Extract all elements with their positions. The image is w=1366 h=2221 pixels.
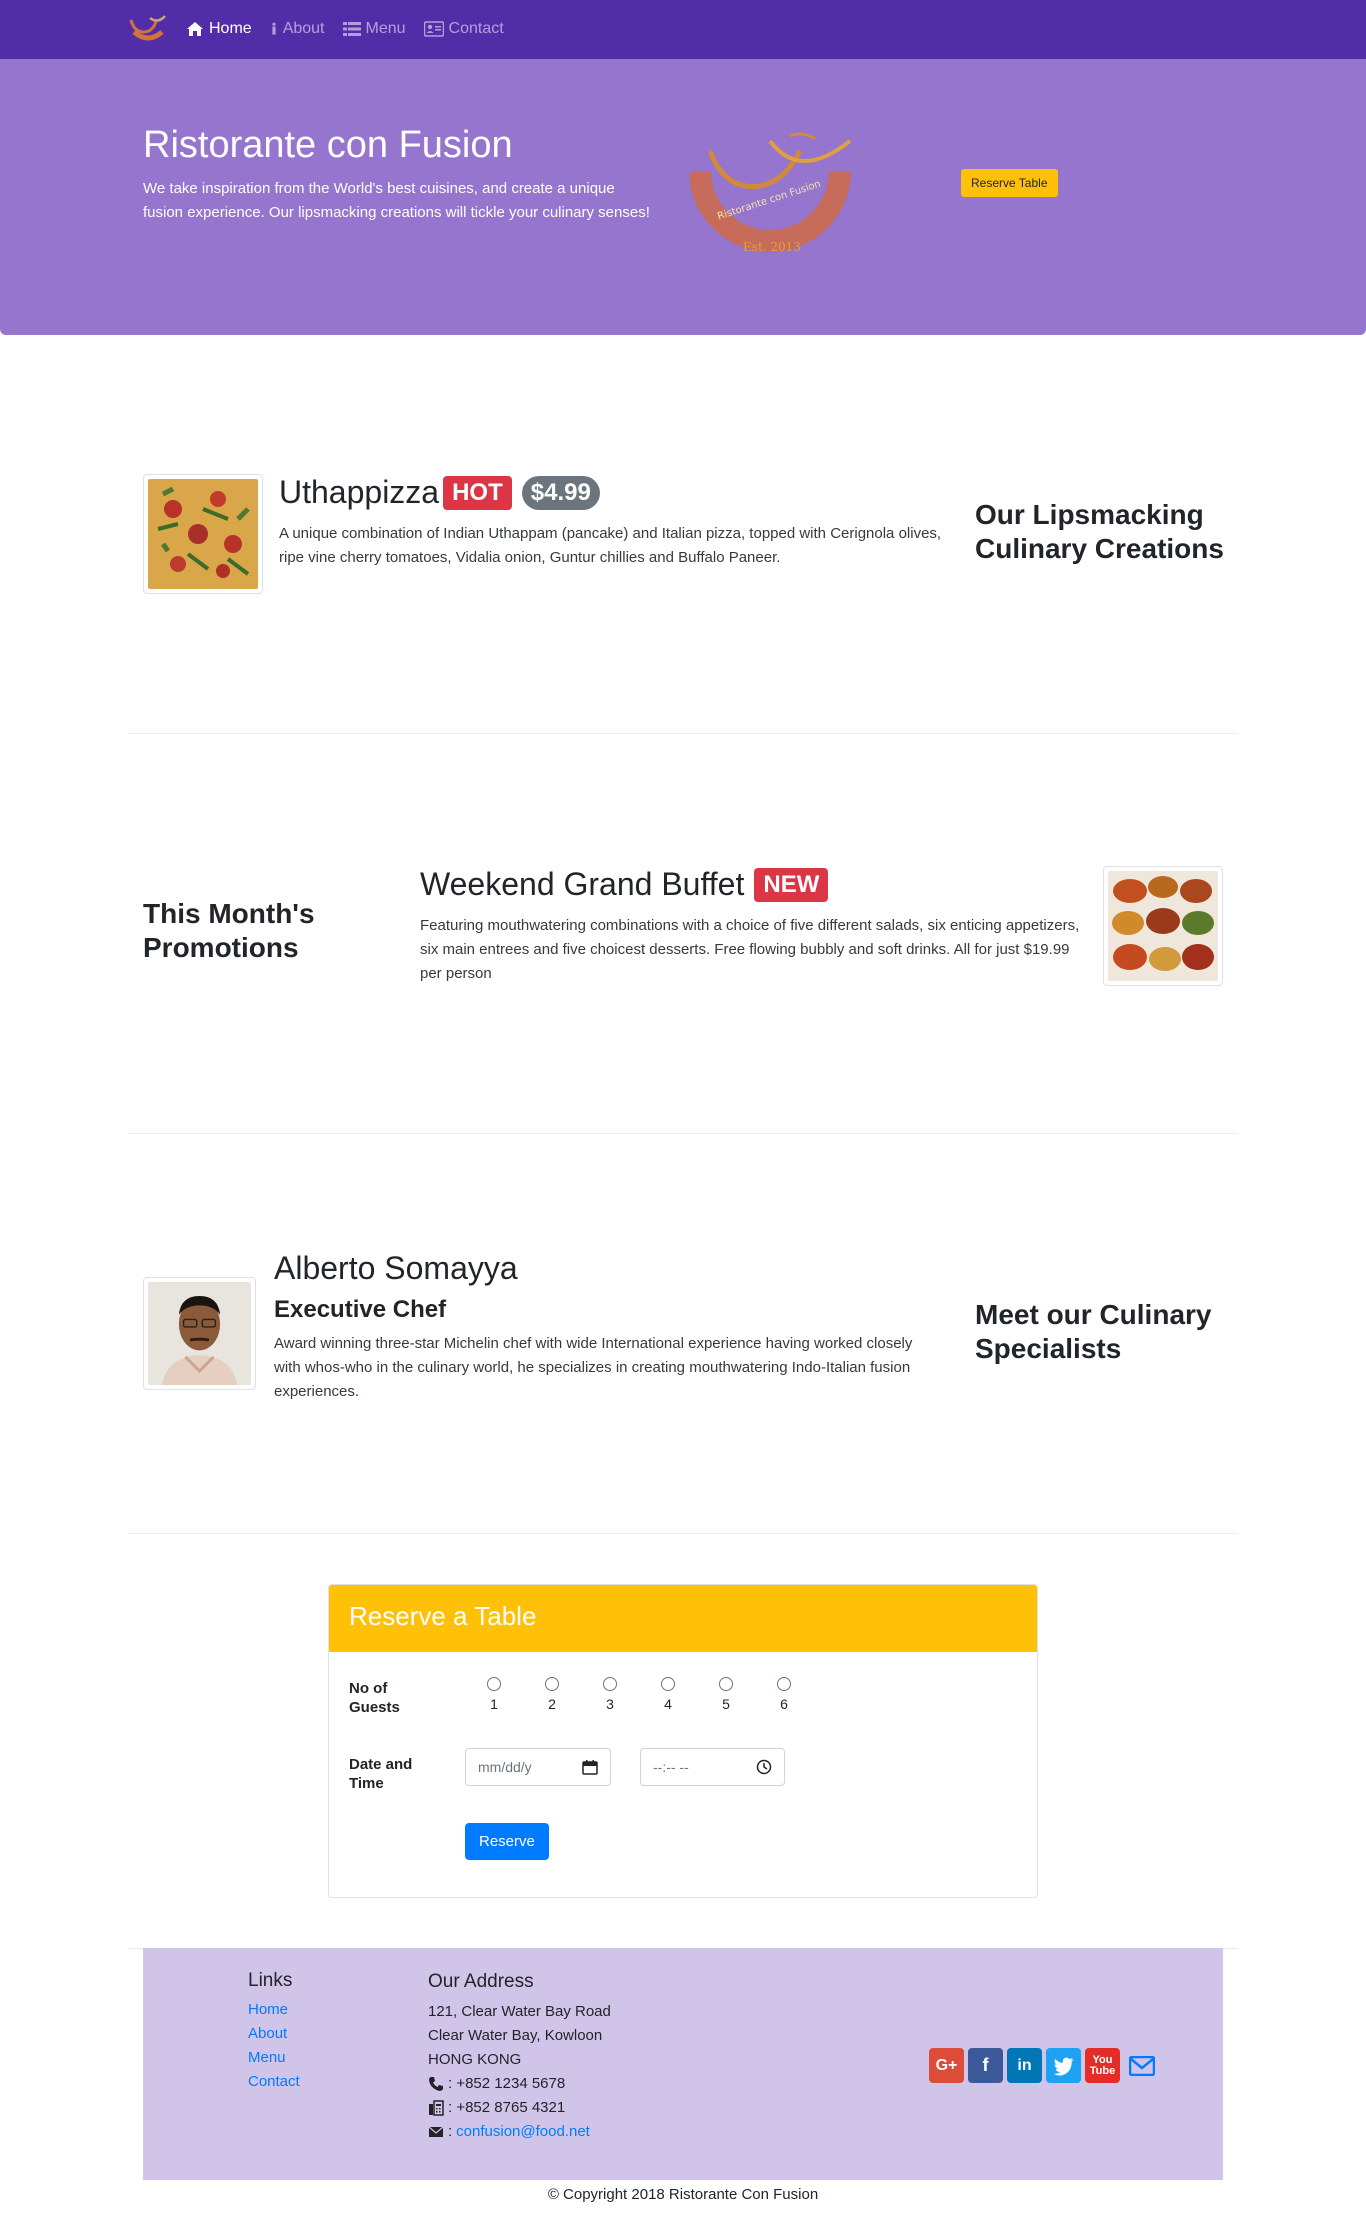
footer-links: Links Home About Menu Contact xyxy=(248,1970,300,2094)
footer-email-link[interactable]: confusion@food.net xyxy=(456,2120,590,2144)
new-badge: NEW xyxy=(754,867,829,902)
navbar: Home About Menu Contact xyxy=(0,0,1366,59)
guest-option-1[interactable]: 1 xyxy=(465,1677,523,1712)
nav-menu[interactable]: Menu xyxy=(342,20,406,38)
nav-about[interactable]: About xyxy=(270,20,325,38)
footer: Links Home About Menu Contact Our Addres… xyxy=(143,1948,1223,2180)
twitter-icon[interactable] xyxy=(1046,2048,1081,2083)
guest-option-4[interactable]: 4 xyxy=(639,1677,697,1712)
dish-description: A unique combination of Indian Uthappam … xyxy=(279,525,942,566)
section-divider xyxy=(128,733,1238,734)
time-input[interactable]: --:-- -- xyxy=(640,1748,785,1786)
footer-address-heading: Our Address xyxy=(428,1971,534,1992)
logo-icon[interactable] xyxy=(128,14,168,44)
footer-link-menu[interactable]: Menu xyxy=(248,2046,300,2070)
email-row: : confusion@food.net xyxy=(428,2120,611,2144)
reserve-table-button[interactable]: Reserve Table xyxy=(961,169,1058,197)
svg-text:Est. 2013: Est. 2013 xyxy=(743,240,801,254)
google-plus-icon[interactable]: G+ xyxy=(929,2048,964,2083)
promotion-title: Weekend Grand Buffet NEW xyxy=(420,866,829,903)
address-line: Clear Water Bay, Kowloon xyxy=(428,2027,603,2044)
guest-option-3[interactable]: 3 xyxy=(581,1677,639,1712)
list-icon xyxy=(342,22,361,36)
dishes-heading: Our Lipsmacking Culinary Creations xyxy=(975,499,1224,564)
reserve-card: Reserve a Table No of Guests 1 2 3 4 5 6… xyxy=(328,1584,1038,1898)
dish-image xyxy=(143,474,263,594)
price-badge: $4.99 xyxy=(521,475,600,510)
home-icon xyxy=(187,22,203,36)
dish-title: Uthappizza HOT $4.99 xyxy=(279,474,600,511)
datetime-label: Date and Time xyxy=(349,1756,413,1792)
reserve-submit-button[interactable]: Reserve xyxy=(465,1823,549,1860)
footer-link-about[interactable]: About xyxy=(248,2022,300,2046)
guest-option-5[interactable]: 5 xyxy=(697,1677,755,1712)
mail-icon[interactable] xyxy=(1124,2048,1159,2083)
leader-name: Alberto Somayya xyxy=(274,1250,518,1286)
guests-radio-group: 1 2 3 4 5 6 xyxy=(465,1677,813,1712)
fax-icon xyxy=(429,2100,444,2116)
section-divider xyxy=(128,1533,1238,1534)
promotion-name: Weekend Grand Buffet xyxy=(420,866,745,902)
fax-row: : +852 8765 4321 xyxy=(428,2096,611,2120)
footer-address: Our Address 121, Clear Water Bay Road Cl… xyxy=(428,1970,611,2144)
reserve-title: Reserve a Table xyxy=(349,1601,537,1631)
guest-option-6[interactable]: 6 xyxy=(755,1677,813,1712)
restaurant-logo: Ristorante con Fusion Est. 2013 xyxy=(690,132,852,254)
social-links: G+ f in You Tube xyxy=(929,2048,1159,2083)
guests-label: No of Guests xyxy=(349,1680,400,1716)
footer-link-home[interactable]: Home xyxy=(248,1998,300,2022)
reserve-card-header: Reserve a Table xyxy=(329,1585,1037,1652)
envelope-icon xyxy=(428,2126,444,2137)
clock-icon xyxy=(756,1759,772,1775)
address-line: 121, Clear Water Bay Road xyxy=(428,2003,611,2020)
address-line: HONG KONG xyxy=(428,2051,522,2068)
promotion-description: Featuring mouthwatering combinations wit… xyxy=(420,917,1080,982)
hot-badge: HOT xyxy=(443,475,512,510)
info-icon xyxy=(272,22,276,35)
leader-designation: Executive Chef xyxy=(274,1296,447,1323)
calendar-icon xyxy=(582,1760,598,1775)
intro-text: We take inspiration from the World's bes… xyxy=(143,180,650,221)
copyright: © Copyright 2018 Ristorante Con Fusion xyxy=(547,2186,819,2203)
promotion-image xyxy=(1103,866,1223,986)
phone-row: : +852 1234 5678 xyxy=(428,2072,611,2096)
dish-name: Uthappizza xyxy=(279,474,440,510)
nav-home[interactable]: Home xyxy=(186,20,252,38)
leader-description: Award winning three-star Michelin chef w… xyxy=(274,1335,913,1400)
footer-link-contact[interactable]: Contact xyxy=(248,2070,300,2094)
page-title: Ristorante con Fusion xyxy=(143,124,513,166)
facebook-icon[interactable]: f xyxy=(968,2048,1003,2083)
leaders-heading: Meet our Culinary Specialists xyxy=(975,1299,1212,1364)
footer-links-heading: Links xyxy=(248,1970,293,1991)
guest-option-2[interactable]: 2 xyxy=(523,1677,581,1712)
nav-contact[interactable]: Contact xyxy=(423,20,504,38)
phone-icon xyxy=(429,2077,443,2091)
jumbotron: Ristorante con Fusion We take inspiratio… xyxy=(0,59,1366,335)
date-input[interactable]: mm/dd/y xyxy=(465,1748,611,1786)
leader-image xyxy=(143,1277,256,1390)
youtube-icon[interactable]: You Tube xyxy=(1085,2048,1120,2083)
section-divider xyxy=(128,1133,1238,1134)
linkedin-icon[interactable]: in xyxy=(1007,2048,1042,2083)
promotions-heading: This Month's Promotions xyxy=(143,898,315,963)
address-card-icon xyxy=(423,21,444,37)
